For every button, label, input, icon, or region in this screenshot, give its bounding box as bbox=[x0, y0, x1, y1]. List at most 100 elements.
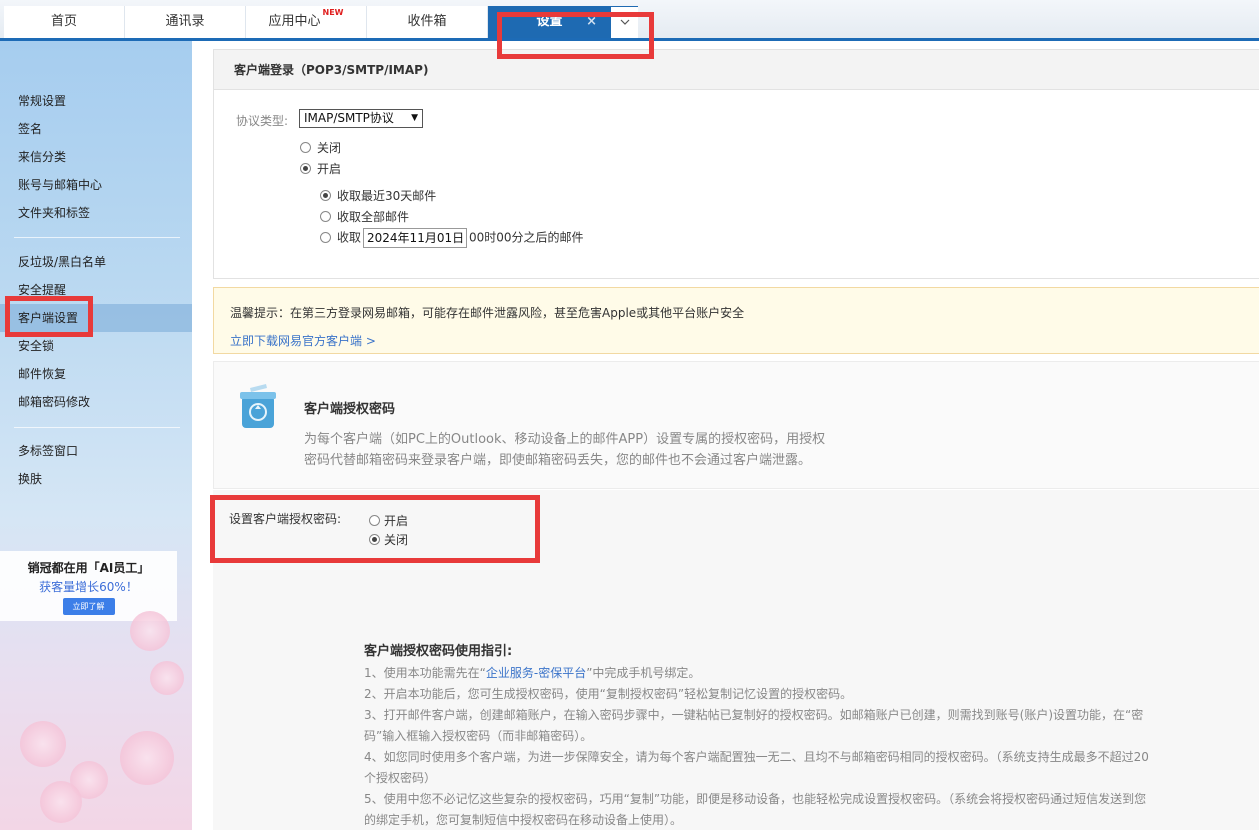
cherry-blossom-decoration bbox=[150, 661, 184, 695]
cherry-blossom-decoration bbox=[130, 611, 170, 651]
sidebar-divider bbox=[14, 237, 180, 238]
top-tab-bar: 首页 通讯录 应用中心NEW 收件箱 设置 × bbox=[0, 0, 1259, 40]
auth-password-desc-line: 密码代替邮箱密码来登录客户端，即使邮箱密码丢失，您的邮件也不会通过客户端泄露。 bbox=[304, 453, 812, 468]
ad-title: 销冠都在用「AI员工」 bbox=[27, 561, 150, 575]
security-platform-link[interactable]: 企业服务-密保平台 bbox=[486, 666, 586, 680]
sidebar-item-general[interactable]: 常规设置 bbox=[0, 87, 192, 115]
sidebar-divider bbox=[14, 427, 180, 428]
protocol-off-label: 关闭 bbox=[317, 141, 342, 155]
settings-content: 客户端登录（POP3/SMTP/IMAP) 协议类型: IMAP/SMTP协议 … bbox=[213, 41, 1259, 830]
radio-checked-icon bbox=[320, 190, 331, 201]
chevron-down-icon[interactable] bbox=[611, 6, 638, 38]
dropdown-caret-icon: ▼ bbox=[411, 113, 418, 123]
auth-on-label: 开启 bbox=[384, 514, 409, 528]
sidebar-item-mail-recovery[interactable]: 邮件恢复 bbox=[0, 360, 192, 388]
guide-title: 客户端授权密码使用指引: bbox=[364, 644, 513, 659]
tab-inbox-label: 收件箱 bbox=[407, 14, 447, 29]
radio-icon bbox=[320, 231, 331, 243]
guide-item: 码”输入框输入授权密码（而非邮箱密码）。 bbox=[364, 729, 593, 743]
sidebar-item-security-alert[interactable]: 安全提醒 bbox=[0, 276, 192, 304]
sidebar-item-label: 邮箱密码修改 bbox=[18, 395, 91, 409]
recycle-bin-icon bbox=[240, 384, 276, 428]
tab-home-label: 首页 bbox=[50, 14, 77, 29]
warning-text: 温馨提示：在第三方登录网易邮箱，可能存在邮件泄露风险，甚至危害Apple或其他平… bbox=[230, 306, 745, 320]
sidebar-item-folders-tags[interactable]: 文件夹和标签 bbox=[0, 199, 192, 227]
tab-settings-label: 设置 bbox=[536, 14, 563, 29]
sidebar-item-label: 反垃圾/黑白名单 bbox=[18, 255, 107, 269]
auth-off-label: 关闭 bbox=[384, 533, 409, 547]
sidebar: 常规设置 签名 来信分类 账号与邮箱中心 文件夹和标签 反垃圾/黑白名单 安全提… bbox=[0, 41, 192, 830]
radio-icon bbox=[369, 515, 380, 526]
client-login-header: 客户端登录（POP3/SMTP/IMAP) bbox=[213, 49, 1259, 90]
sidebar-item-label: 文件夹和标签 bbox=[18, 206, 91, 220]
fetch-30days-label: 收取最近30天邮件 bbox=[337, 189, 437, 203]
fetch-30days-radio[interactable]: 收取最近30天邮件 bbox=[320, 187, 436, 204]
auth-off-radio[interactable]: 关闭 bbox=[369, 531, 408, 548]
sidebar-item-label: 邮件恢复 bbox=[18, 367, 67, 381]
radio-checked-icon bbox=[300, 163, 311, 174]
cherry-blossom-decoration bbox=[20, 721, 66, 767]
sidebar-item-multi-tab[interactable]: 多标签窗口 bbox=[0, 437, 192, 465]
tab-inbox[interactable]: 收件箱 bbox=[367, 6, 488, 38]
auth-on-radio[interactable]: 开启 bbox=[369, 512, 408, 529]
protocol-on-radio[interactable]: 开启 bbox=[300, 160, 341, 177]
guide-item: 1、使用本功能需先在“企业服务-密保平台”中完成手机号绑定。 bbox=[364, 663, 1164, 684]
protocol-on-label: 开启 bbox=[317, 162, 342, 176]
sidebar-item-skin[interactable]: 换肤 bbox=[0, 465, 192, 493]
tab-home[interactable]: 首页 bbox=[4, 6, 125, 38]
protocol-select[interactable]: IMAP/SMTP协议 ▼ bbox=[299, 109, 423, 128]
auth-password-description: 为每个客户端（如PC上的Outlook、移动设备上的邮件APP）设置专属的授权密… bbox=[304, 429, 884, 471]
tab-contacts[interactable]: 通讯录 bbox=[125, 6, 246, 38]
auth-password-desc-line: 为每个客户端（如PC上的Outlook、移动设备上的邮件APP）设置专属的授权密… bbox=[304, 432, 826, 447]
sidebar-item-antispam[interactable]: 反垃圾/黑白名单 bbox=[0, 248, 192, 276]
sidebar-item-signature[interactable]: 签名 bbox=[0, 115, 192, 143]
protocol-type-label: 协议类型: bbox=[236, 114, 289, 128]
sidebar-item-password-change[interactable]: 邮箱密码修改 bbox=[0, 388, 192, 416]
date-input[interactable]: 2024年11月01日 bbox=[363, 228, 468, 248]
auth-setting-label: 设置客户端授权密码: bbox=[229, 512, 342, 526]
sidebar-item-label: 多标签窗口 bbox=[18, 444, 79, 458]
guide-item: 5、使用中您不必记忆这些复杂的授权密码，巧用“复制”功能，即便是移动设备，也能轻… bbox=[364, 792, 1147, 806]
radio-icon bbox=[300, 142, 311, 153]
tab-settings[interactable]: 设置 × bbox=[488, 6, 611, 38]
cherry-blossom-decoration bbox=[120, 731, 174, 785]
warning-notice: 温馨提示：在第三方登录网易邮箱，可能存在邮件泄露风险，甚至危害Apple或其他平… bbox=[213, 287, 1259, 354]
close-icon[interactable]: × bbox=[586, 6, 597, 38]
fetch-all-radio[interactable]: 收取全部邮件 bbox=[320, 208, 409, 225]
download-client-link[interactable]: 立即下载网易官方客户端 > bbox=[230, 332, 376, 349]
tab-contacts-label: 通讯录 bbox=[165, 14, 205, 29]
sidebar-item-label: 常规设置 bbox=[18, 94, 67, 108]
auth-password-settings: 设置客户端授权密码: 开启 关闭 客户端授权密码使用指引: 1、使用本功能需先在… bbox=[213, 490, 1259, 830]
radio-icon bbox=[320, 211, 331, 222]
guide-item: 4、如您同时使用多个客户端，为进一步保障安全，请为每个客户端配置独一无二、且均不… bbox=[364, 750, 1149, 764]
sidebar-item-client-settings[interactable]: 客户端设置 bbox=[0, 304, 192, 332]
auth-password-title: 客户端授权密码 bbox=[304, 402, 396, 417]
sidebar-item-label: 换肤 bbox=[18, 472, 43, 486]
sidebar-item-account-center[interactable]: 账号与邮箱中心 bbox=[0, 171, 192, 199]
fetch-all-label: 收取全部邮件 bbox=[337, 210, 410, 224]
ad-learn-more-button[interactable]: 立即了解 bbox=[62, 598, 115, 615]
sidebar-item-security-lock[interactable]: 安全锁 bbox=[0, 332, 192, 360]
usage-guide: 客户端授权密码使用指引: 1、使用本功能需先在“企业服务-密保平台”中完成手机号… bbox=[364, 640, 1164, 831]
radio-checked-icon bbox=[369, 534, 380, 545]
sidebar-item-label: 签名 bbox=[18, 122, 43, 136]
sidebar-item-label: 来信分类 bbox=[18, 150, 67, 164]
sidebar-item-label: 安全锁 bbox=[18, 339, 55, 353]
guide-text: 1、使用本功能需先在“ bbox=[364, 666, 486, 680]
new-badge: NEW bbox=[322, 8, 344, 17]
guide-item: 的绑定手机，您可复制短信中授权密码在移动设备上使用）。 bbox=[364, 813, 683, 827]
fetch-since-radio[interactable]: 收取 2024年11月01日 00时00分之后的邮件 bbox=[320, 228, 584, 248]
guide-item: 2、开启本功能后，您可生成授权密码，使用“复制授权密码”轻松复制记忆设置的授权密… bbox=[364, 687, 853, 701]
protocol-off-radio[interactable]: 关闭 bbox=[300, 139, 341, 156]
client-login-section: 协议类型: IMAP/SMTP协议 ▼ 关闭 开启 收取最近30天邮件 收取全部… bbox=[213, 90, 1259, 279]
sidebar-item-label: 账号与邮箱中心 bbox=[18, 178, 103, 192]
sidebar-item-label: 安全提醒 bbox=[18, 283, 67, 297]
guide-item: 3、打开邮件客户端，创建邮箱账户，在输入密码步骤中，一键粘帖已复制好的授权密码。… bbox=[364, 708, 1144, 722]
tab-app-center[interactable]: 应用中心NEW bbox=[246, 6, 367, 38]
sidebar-item-mail-rules[interactable]: 来信分类 bbox=[0, 143, 192, 171]
guide-item: 个授权密码） bbox=[364, 771, 437, 785]
ad-subtitle: 获客量增长60%！ bbox=[39, 580, 138, 594]
fetch-since-prefix: 收取 bbox=[337, 230, 362, 245]
sidebar-item-label: 客户端设置 bbox=[18, 311, 79, 325]
auth-password-intro: 客户端授权密码 为每个客户端（如PC上的Outlook、移动设备上的邮件APP）… bbox=[213, 361, 1259, 489]
